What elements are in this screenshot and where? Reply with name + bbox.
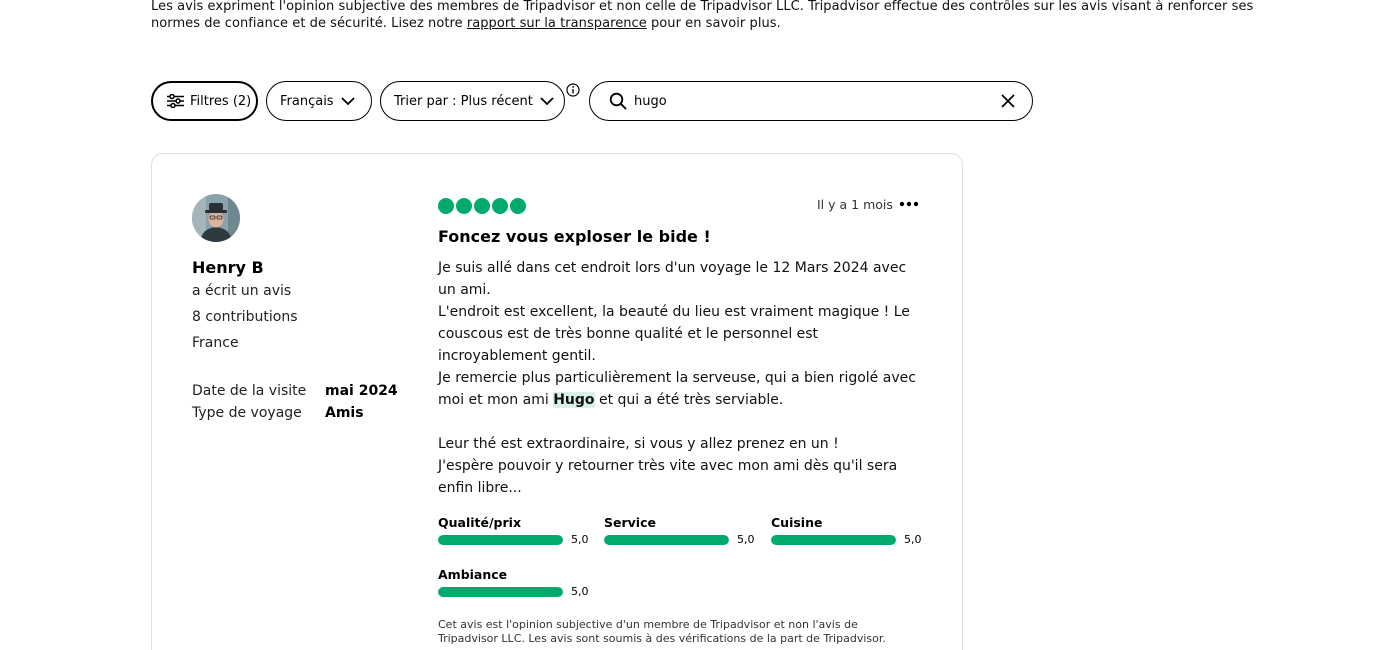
search-icon xyxy=(609,92,627,110)
sub-rating-label: Ambiance xyxy=(438,567,508,582)
sub-rating-bar xyxy=(438,534,563,545)
review-body-line: J'espère pouvoir y retourner très vite a… xyxy=(438,458,898,496)
sub-rating-cuisine: Cuisine 5,0 xyxy=(771,515,923,546)
sub-rating-label: Service xyxy=(604,515,656,530)
transparency-report-link[interactable]: rapport sur la transparence xyxy=(467,16,647,31)
visit-date-label: Date de la visite xyxy=(192,383,307,399)
sub-rating-value: 5,0 xyxy=(737,533,755,546)
sub-rating-value: 5,0 xyxy=(571,585,589,598)
reviewer-contributions: 8 contributions xyxy=(192,309,298,325)
review-body-line: Je remercie plus particulièrement la ser… xyxy=(438,367,928,411)
sub-rating-bar-fill xyxy=(771,534,896,545)
rating-bubble-icon xyxy=(438,198,454,214)
chevron-down-icon xyxy=(540,96,554,105)
close-icon[interactable] xyxy=(1000,93,1016,109)
language-dropdown[interactable]: Français xyxy=(266,81,372,121)
rating-bubbles xyxy=(438,198,526,214)
review-title[interactable]: Foncez vous exploser le bide ! xyxy=(438,227,711,246)
search-input[interactable] xyxy=(634,90,974,112)
chevron-down-icon xyxy=(340,96,355,105)
review-date: Il y a 1 mois xyxy=(817,197,893,212)
sub-rating-label: Qualité/prix xyxy=(438,515,522,530)
visit-details: Date de la visite mai 2024 Type de voyag… xyxy=(192,380,398,424)
more-options-icon[interactable] xyxy=(899,201,919,207)
rating-bubble-icon xyxy=(456,198,472,214)
review-body-spacer xyxy=(438,411,928,433)
language-dropdown-label: Français xyxy=(280,93,334,109)
search-match-highlight: Hugo xyxy=(553,392,595,408)
disclaimer-text-after: pour en savoir plus. xyxy=(646,16,781,31)
review-card: Henry B a écrit un avis 8 contributions … xyxy=(151,153,963,650)
sub-rating-bar xyxy=(771,534,896,545)
review-body-line: L'endroit est excellent, la beauté du li… xyxy=(438,304,910,364)
page: Les avis expriment l'opinion subjective … xyxy=(0,0,1376,650)
sub-rating-value-for-money: Qualité/prix 5,0 xyxy=(438,515,590,546)
review-footer-disclaimer: Cet avis est l'opinion subjective d'un m… xyxy=(438,618,886,645)
transparency-disclaimer: Les avis expriment l'opinion subjective … xyxy=(151,0,1281,32)
sub-rating-bar xyxy=(438,586,563,597)
filters-button[interactable]: Filtres (2) xyxy=(151,81,258,121)
review-search-box xyxy=(589,81,1033,121)
sort-dropdown-label: Trier par : Plus récent xyxy=(394,93,533,109)
trip-type-label: Type de voyage xyxy=(192,405,302,421)
filters-icon xyxy=(167,94,184,108)
sub-rating-bar-fill xyxy=(438,534,563,545)
sub-rating-service: Service 5,0 xyxy=(604,515,756,546)
sub-rating-value: 5,0 xyxy=(904,533,922,546)
filters-button-label: Filtres (2) xyxy=(190,93,252,109)
rating-bubble-icon xyxy=(474,198,490,214)
sub-rating-bar-fill xyxy=(604,534,729,545)
avatar[interactable] xyxy=(192,194,240,242)
sub-rating-label: Cuisine xyxy=(771,515,823,530)
review-body-text: et qui a été très serviable. xyxy=(594,392,784,408)
avatar-image xyxy=(192,194,240,242)
sub-rating-value: 5,0 xyxy=(571,533,589,546)
visit-date-value: mai 2024 xyxy=(325,383,398,399)
sub-rating-bar-fill xyxy=(438,586,563,597)
review-body-line: Leur thé est extraordinaire, si vous y a… xyxy=(438,436,839,452)
reviewer-name[interactable]: Henry B xyxy=(192,258,264,277)
rating-bubble-icon xyxy=(510,198,526,214)
review-body-line: Je suis allé dans cet endroit lors d'un … xyxy=(438,260,907,298)
sub-rating-bar xyxy=(604,534,729,545)
review-body: Je suis allé dans cet endroit lors d'un … xyxy=(438,257,928,499)
reviewer-action: a écrit un avis xyxy=(192,283,292,299)
sort-dropdown[interactable]: Trier par : Plus récent xyxy=(380,81,565,121)
sub-rating-ambiance: Ambiance 5,0 xyxy=(438,567,590,598)
rating-bubble-icon xyxy=(492,198,508,214)
trip-type-value: Amis xyxy=(325,405,364,421)
info-icon[interactable] xyxy=(566,83,580,97)
reviewer-country: France xyxy=(192,335,239,351)
